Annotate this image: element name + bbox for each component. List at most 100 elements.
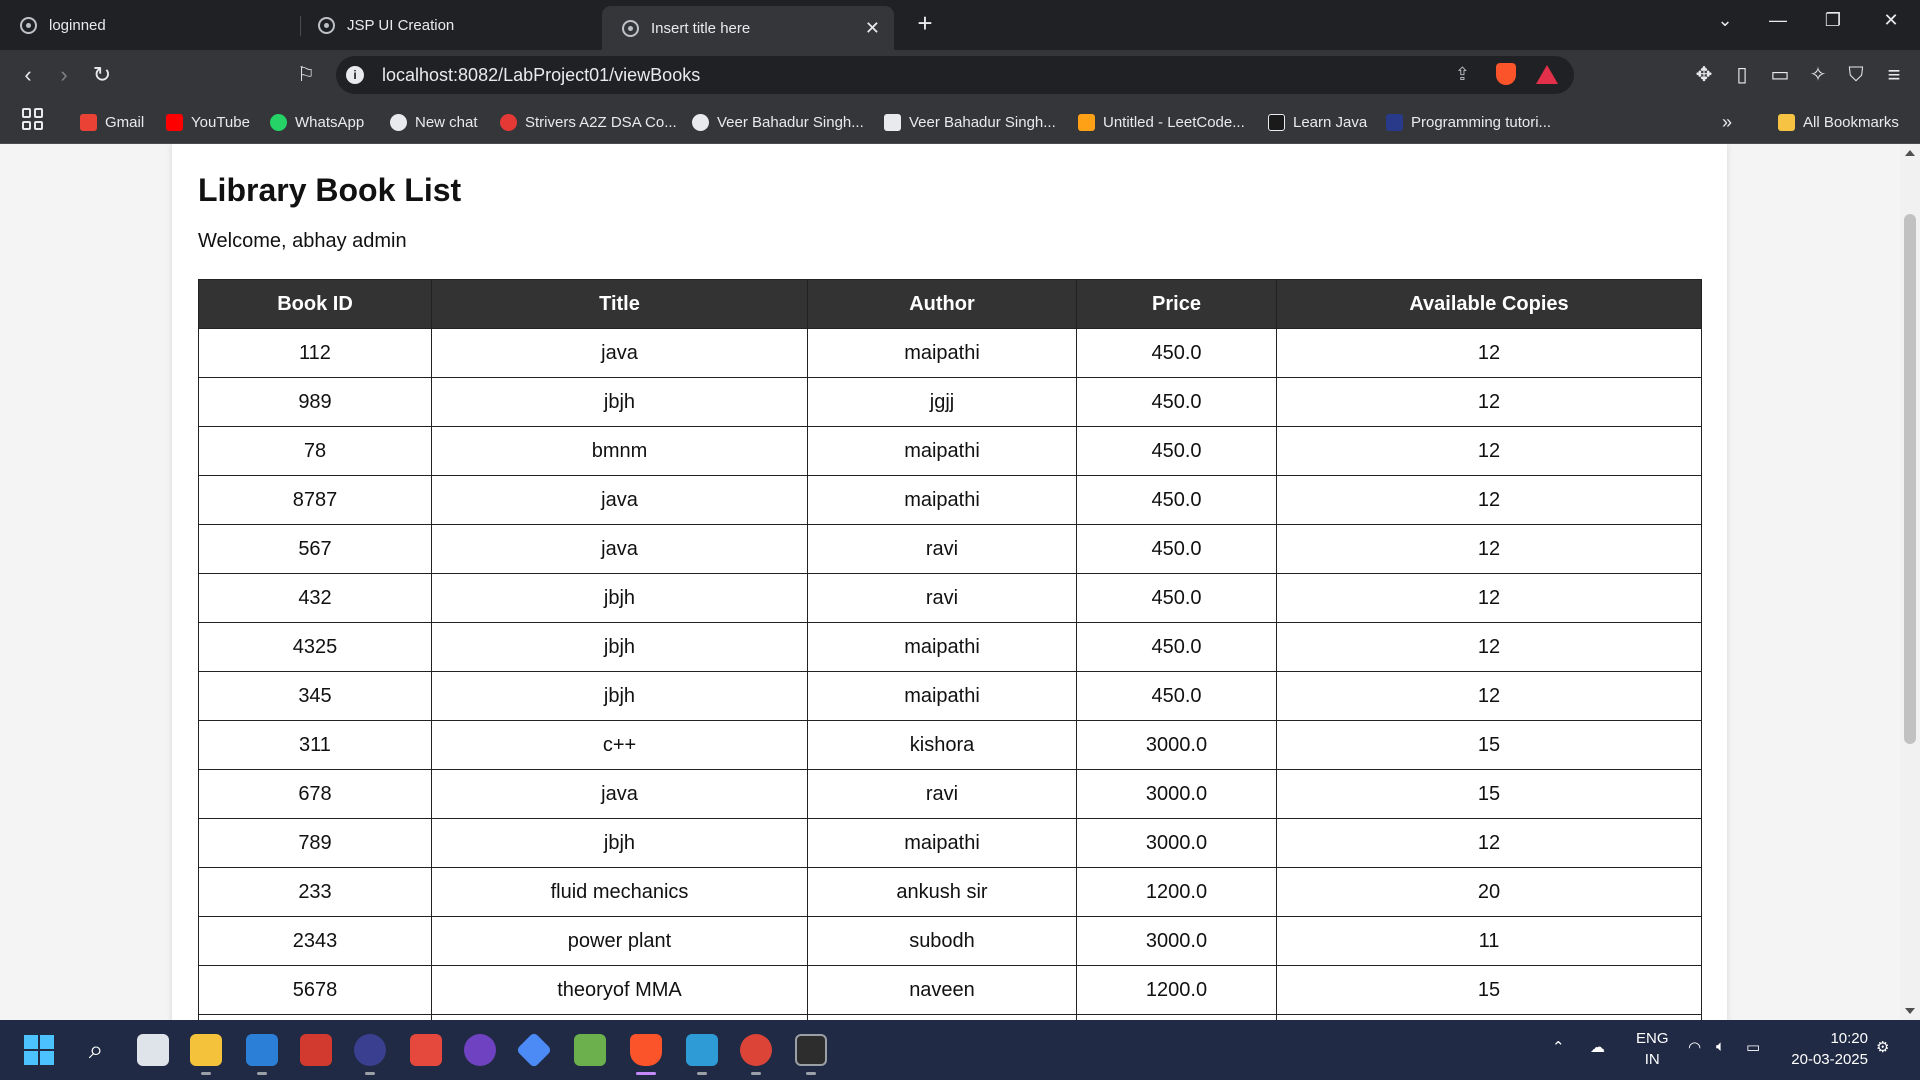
openai-icon [318, 16, 335, 34]
tab-search-icon[interactable]: ⌄ [1710, 10, 1740, 31]
github-desktop-icon[interactable] [464, 1034, 496, 1066]
bookmark-strivers[interactable]: Strivers A2Z DSA Co... [500, 110, 677, 134]
cell-price: 3000.0 [1076, 720, 1277, 770]
codecademy-icon [1268, 113, 1285, 131]
cell-available-copies: 15 [1276, 769, 1702, 819]
solidworks-icon[interactable] [300, 1034, 332, 1066]
tab-label: JSP UI Creation [347, 16, 455, 34]
cell-title: java [431, 328, 808, 378]
bookmark-label: New chat [415, 113, 478, 131]
document-icon [884, 113, 901, 131]
vscode-icon[interactable] [246, 1034, 278, 1066]
scroll-up-icon[interactable] [1905, 150, 1915, 156]
cell-author: maipathi [807, 328, 1077, 378]
chrome-icon[interactable] [740, 1034, 772, 1066]
task-view-icon[interactable] [137, 1034, 169, 1066]
paint-icon[interactable] [686, 1034, 718, 1066]
brave-browser-icon[interactable] [630, 1034, 662, 1066]
extensions-icon[interactable]: ✥ [1690, 62, 1718, 88]
onedrive-icon[interactable]: ☁ [1590, 1038, 1605, 1056]
site-info-icon[interactable]: i [346, 66, 364, 84]
brave-rewards-icon[interactable] [1536, 65, 1558, 84]
eclipse-icon[interactable] [354, 1034, 386, 1066]
cell-available-copies: 11 [1276, 916, 1702, 966]
cell-author: jgjj [807, 377, 1077, 427]
browser-toolbar: ‹ › ↻ ⚐ i localhost:8082/LabProject01/vi… [0, 50, 1920, 100]
cell-price: 450.0 [1076, 671, 1277, 721]
wifi-icon[interactable]: ◠ [1688, 1038, 1701, 1056]
cell-book-id: 8787 [198, 475, 432, 525]
running-indicator [751, 1072, 761, 1075]
vpn-icon[interactable]: ⛉ [1842, 62, 1870, 88]
close-window-icon[interactable]: ✕ [1876, 10, 1906, 31]
file-explorer-icon[interactable] [190, 1034, 222, 1066]
taskbar-clock[interactable]: 10:20 20-03-2025 [1791, 1028, 1868, 1070]
bookmark-learn-java[interactable]: Learn Java [1268, 110, 1367, 134]
leo-ai-icon[interactable]: ✧ [1804, 62, 1832, 88]
table-row: 112 java maipathi 450.0 12 [198, 328, 1702, 378]
bookmark-gmail[interactable]: Gmail [80, 110, 144, 134]
bookmark-label: WhatsApp [295, 113, 365, 131]
books-table: Book ID Title Author Price Available Cop… [198, 279, 1702, 1020]
volume-icon[interactable]: 🔈︎ [1716, 1038, 1725, 1055]
reload-icon[interactable]: ↻ [88, 62, 116, 88]
share-icon[interactable]: ⇪ [1455, 64, 1470, 85]
image-viewer-icon[interactable] [574, 1034, 606, 1066]
start-button[interactable] [24, 1035, 54, 1065]
cell-title: fluid mechanics [431, 867, 808, 917]
back-icon[interactable]: ‹ [14, 62, 42, 88]
bookmark-leetcode[interactable]: Untitled - LeetCode... [1078, 110, 1245, 134]
bookmark-veer-2[interactable]: Veer Bahadur Singh... [884, 110, 1056, 134]
column-header-available-copies: Available Copies [1276, 279, 1702, 329]
cell-book-id: 2343 [198, 916, 432, 966]
cell-available-copies: 15 [1276, 965, 1702, 1015]
show-hidden-icons[interactable]: ⌃ [1552, 1038, 1565, 1056]
cell-author: ravi [807, 524, 1077, 574]
apps-grid-icon[interactable] [22, 108, 44, 130]
pdf-reader-icon[interactable] [410, 1034, 442, 1066]
active-indicator [636, 1072, 656, 1075]
language-indicator[interactable]: ENG IN [1636, 1028, 1669, 1070]
table-row: 989 jbjh jgjj 450.0 12 [198, 377, 1702, 427]
bookmark-youtube[interactable]: YouTube [166, 110, 250, 134]
page-title: Library Book List [198, 172, 462, 208]
cell-book-id: 432 [198, 573, 432, 623]
tab-loginned[interactable]: loginned [0, 6, 300, 44]
gmail-icon [80, 113, 97, 131]
tab-label: Insert title here [651, 19, 751, 37]
terminal-icon[interactable] [795, 1034, 827, 1066]
search-icon[interactable]: ⌕ [80, 1034, 112, 1066]
bookmark-icon[interactable]: ⚐ [292, 62, 320, 88]
bookmark-programming-tutorials[interactable]: Programming tutori... [1386, 110, 1551, 134]
git-tool-icon[interactable] [515, 1031, 553, 1069]
column-header-book-id: Book ID [198, 279, 432, 329]
cell-author: naveen [807, 965, 1077, 1015]
restore-icon[interactable]: ❐ [1818, 10, 1848, 31]
bookmark-whatsapp[interactable]: WhatsApp [270, 110, 364, 134]
battery-icon[interactable]: ▭ [1746, 1038, 1760, 1056]
address-bar[interactable]: i localhost:8082/LabProject01/viewBooks … [336, 56, 1574, 94]
bookmark-veer-1[interactable]: Veer Bahadur Singh... [692, 110, 864, 134]
table-row: 8787 java maipathi 450.0 12 [198, 475, 1702, 525]
wallet-icon[interactable]: ▭ [1766, 62, 1794, 88]
close-tab-icon[interactable]: ✕ [865, 18, 880, 39]
notifications-icon[interactable]: ⚙ [1876, 1038, 1889, 1056]
bookmark-new-chat[interactable]: New chat [390, 110, 478, 134]
menu-icon[interactable]: ≡ [1880, 62, 1908, 88]
tab-jsp-ui-creation[interactable]: JSP UI Creation [298, 6, 598, 44]
brave-shields-icon[interactable] [1496, 63, 1516, 85]
new-tab-button[interactable]: + [910, 8, 940, 39]
scroll-down-icon[interactable] [1905, 1008, 1915, 1014]
sidebar-icon[interactable]: ▯ [1728, 62, 1756, 88]
page-scrollbar[interactable] [1900, 144, 1920, 1020]
forward-icon[interactable]: › [50, 62, 78, 88]
scrollbar-thumb[interactable] [1904, 214, 1916, 744]
all-bookmarks-folder[interactable]: All Bookmarks [1778, 110, 1899, 134]
cell-title: power plant [431, 916, 808, 966]
bookmarks-overflow-icon[interactable]: » [1722, 110, 1732, 134]
minimize-icon[interactable]: — [1763, 10, 1793, 31]
column-header-title: Title [431, 279, 808, 329]
tab-insert-title-here[interactable]: Insert title here ✕ [602, 6, 894, 50]
cell-available-copies: 12 [1276, 475, 1702, 525]
cell-author: maipathi [807, 671, 1077, 721]
